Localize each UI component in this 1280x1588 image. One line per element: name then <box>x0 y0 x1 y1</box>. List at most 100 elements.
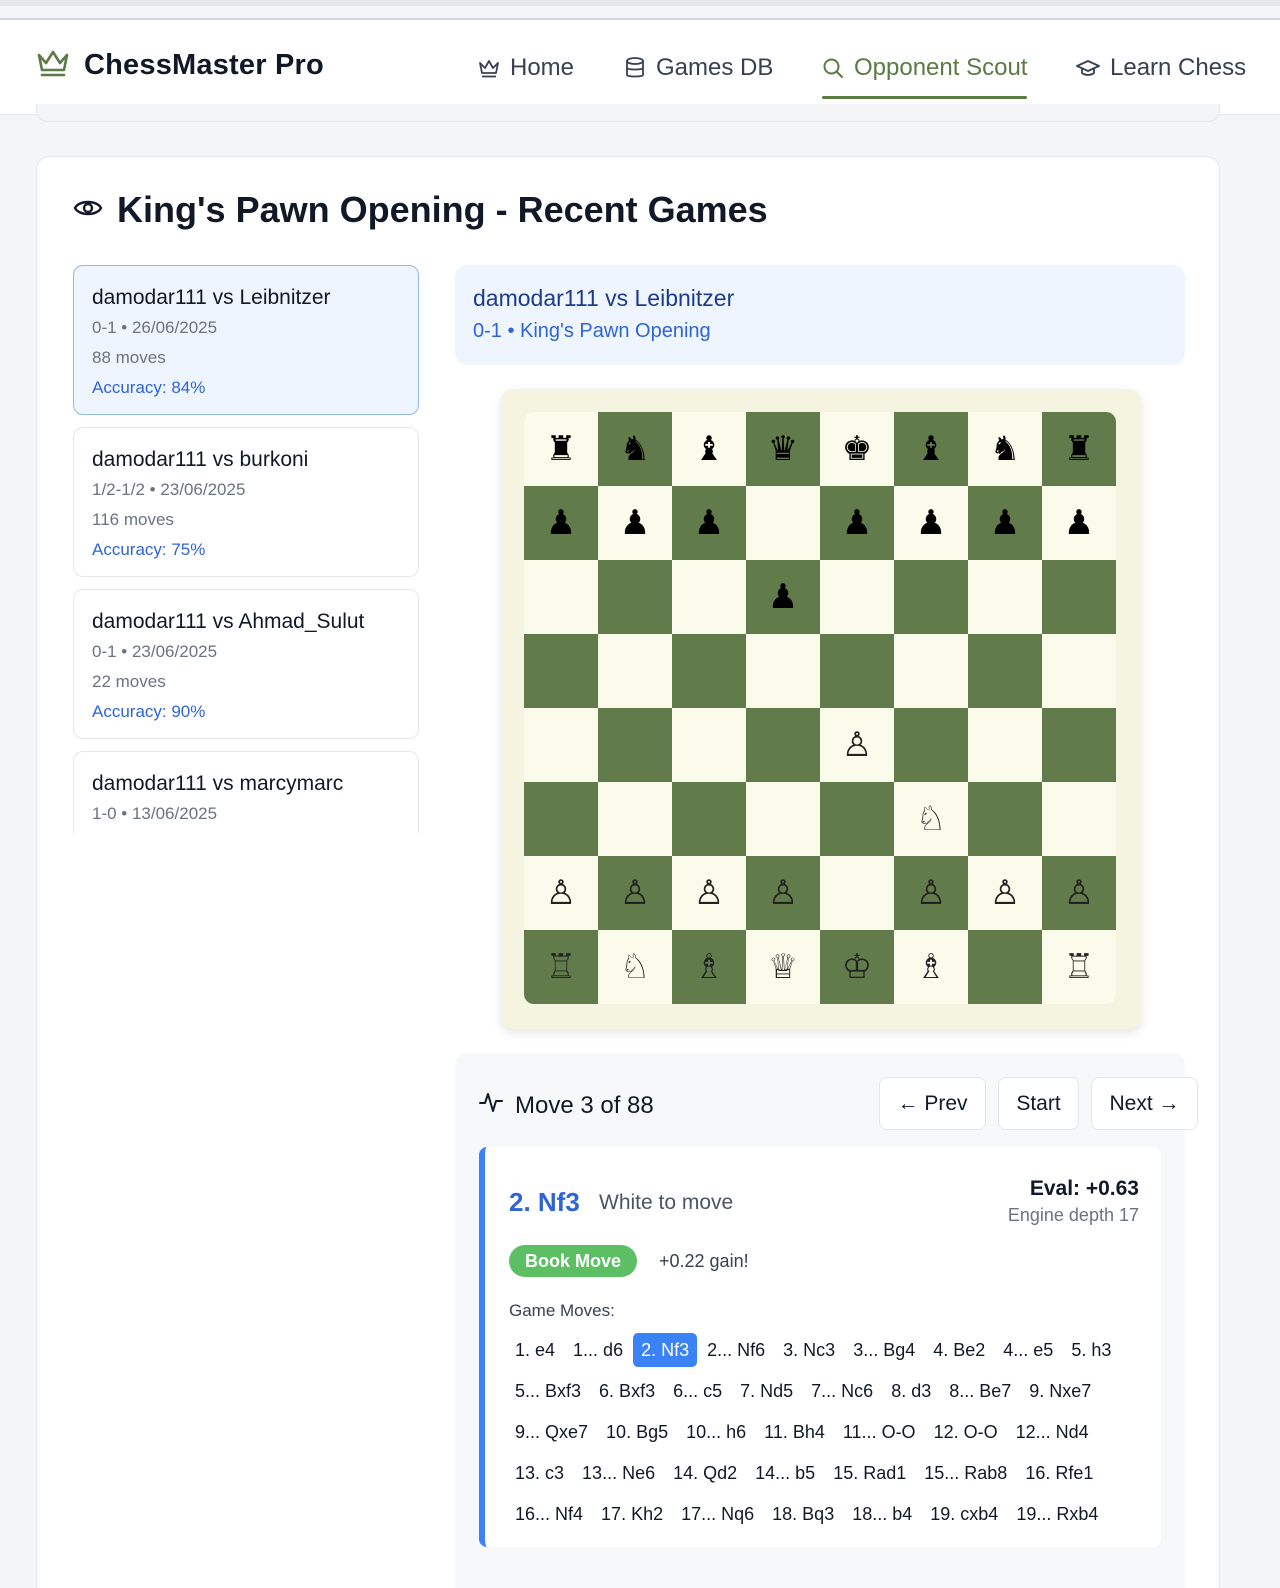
move-item[interactable]: 11. Bh4 <box>756 1415 833 1449</box>
move-item[interactable]: 12... Nd4 <box>1008 1415 1097 1449</box>
board-square[interactable]: ♟ <box>524 486 598 560</box>
move-item[interactable]: 3. Nc3 <box>775 1333 843 1367</box>
board-square[interactable] <box>746 486 820 560</box>
chess-piece[interactable]: ♙ <box>1064 876 1094 910</box>
move-item[interactable]: 16. Rfe1 <box>1017 1456 1101 1490</box>
board-square[interactable]: ♖ <box>1042 930 1116 1004</box>
move-item[interactable]: 18. Bq3 <box>764 1497 842 1531</box>
move-item[interactable]: 10. Bg5 <box>598 1415 676 1449</box>
board-square[interactable] <box>598 782 672 856</box>
board-square[interactable]: ♖ <box>524 930 598 1004</box>
board-square[interactable]: ♙ <box>746 856 820 930</box>
chess-piece[interactable]: ♖ <box>1064 950 1094 984</box>
move-item[interactable]: 7. Nd5 <box>732 1374 801 1408</box>
move-item[interactable]: 12. O-O <box>926 1415 1006 1449</box>
move-item[interactable]: 6... c5 <box>665 1374 730 1408</box>
move-item[interactable]: 13. c3 <box>507 1456 572 1490</box>
chess-piece[interactable]: ♗ <box>916 950 946 984</box>
move-item[interactable]: 19... Rxb4 <box>1008 1497 1106 1531</box>
game-list[interactable]: damodar111 vs Leibnitzer 0-1 • 26/06/202… <box>73 265 419 833</box>
board-square[interactable]: ♗ <box>672 930 746 1004</box>
chess-piece[interactable]: ♙ <box>768 876 798 910</box>
chess-piece[interactable]: ♖ <box>546 950 576 984</box>
chess-piece[interactable]: ♟ <box>546 506 576 540</box>
board-square[interactable]: ♚ <box>820 412 894 486</box>
board-square[interactable] <box>1042 560 1116 634</box>
board-square[interactable]: ♘ <box>598 930 672 1004</box>
board-square[interactable] <box>968 930 1042 1004</box>
board-square[interactable] <box>968 782 1042 856</box>
chess-piece[interactable]: ♙ <box>916 876 946 910</box>
board-square[interactable]: ♔ <box>820 930 894 1004</box>
chess-piece[interactable]: ♔ <box>842 950 872 984</box>
board-square[interactable]: ♛ <box>746 412 820 486</box>
chess-piece[interactable]: ♙ <box>546 876 576 910</box>
move-item[interactable]: 4... e5 <box>995 1333 1061 1367</box>
move-item[interactable]: 8. d3 <box>883 1374 939 1408</box>
move-item[interactable]: 8... Be7 <box>941 1374 1019 1408</box>
chess-piece[interactable]: ♞ <box>620 432 650 466</box>
board-square[interactable] <box>746 782 820 856</box>
move-item[interactable]: 14... b5 <box>747 1456 823 1490</box>
board-square[interactable]: ♜ <box>1042 412 1116 486</box>
board-square[interactable]: ♘ <box>894 782 968 856</box>
move-item[interactable]: 6. Bxf3 <box>591 1374 663 1408</box>
chess-piece[interactable]: ♟ <box>768 580 798 614</box>
move-item[interactable]: 17. Kh2 <box>593 1497 671 1531</box>
board-square[interactable] <box>672 634 746 708</box>
board-square[interactable] <box>1042 634 1116 708</box>
board-square[interactable] <box>1042 708 1116 782</box>
board-square[interactable]: ♞ <box>968 412 1042 486</box>
board-square[interactable]: ♟ <box>672 486 746 560</box>
chess-piece[interactable]: ♚ <box>842 432 872 466</box>
game-card[interactable]: damodar111 vs Ahmad_Sulut 0-1 • 23/06/20… <box>73 589 419 739</box>
board-square[interactable] <box>746 708 820 782</box>
board-square[interactable] <box>524 634 598 708</box>
board-square[interactable] <box>672 560 746 634</box>
board-square[interactable]: ♙ <box>524 856 598 930</box>
move-item[interactable]: 17... Nq6 <box>673 1497 762 1531</box>
board-square[interactable] <box>746 634 820 708</box>
board-square[interactable] <box>894 560 968 634</box>
move-item[interactable]: 5. h3 <box>1063 1333 1119 1367</box>
move-item[interactable]: 7... Nc6 <box>803 1374 881 1408</box>
chess-piece[interactable]: ♟ <box>1064 506 1094 540</box>
move-item[interactable]: 1. e4 <box>507 1333 563 1367</box>
board-square[interactable]: ♙ <box>1042 856 1116 930</box>
board-square[interactable] <box>672 708 746 782</box>
move-item[interactable]: 15. Rad1 <box>825 1456 914 1490</box>
board-square[interactable] <box>598 560 672 634</box>
board-square[interactable] <box>968 560 1042 634</box>
board-square[interactable] <box>820 560 894 634</box>
board-square[interactable] <box>598 708 672 782</box>
chess-piece[interactable]: ♟ <box>916 506 946 540</box>
chess-piece[interactable]: ♙ <box>990 876 1020 910</box>
chess-piece[interactable]: ♟ <box>620 506 650 540</box>
start-button[interactable]: Start <box>998 1077 1079 1130</box>
board-square[interactable]: ♝ <box>672 412 746 486</box>
move-item[interactable]: 19. cxb4 <box>922 1497 1006 1531</box>
chess-piece[interactable]: ♘ <box>620 950 650 984</box>
nav-home[interactable]: Home <box>478 20 574 115</box>
move-item[interactable]: 13... Ne6 <box>574 1456 663 1490</box>
board-square[interactable] <box>968 708 1042 782</box>
board-square[interactable]: ♙ <box>894 856 968 930</box>
move-item[interactable]: 16... Nf4 <box>507 1497 591 1531</box>
move-item[interactable]: 18... b4 <box>844 1497 920 1531</box>
board-square[interactable]: ♙ <box>672 856 746 930</box>
chess-piece[interactable]: ♛ <box>768 432 798 466</box>
chess-piece[interactable]: ♟ <box>990 506 1020 540</box>
board-square[interactable]: ♙ <box>598 856 672 930</box>
chess-piece[interactable]: ♙ <box>842 728 872 762</box>
game-card[interactable]: damodar111 vs Leibnitzer 0-1 • 26/06/202… <box>73 265 419 415</box>
move-item[interactable]: 1... d6 <box>565 1333 631 1367</box>
move-item[interactable]: 3... Bg4 <box>845 1333 923 1367</box>
board-square[interactable]: ♙ <box>968 856 1042 930</box>
brand[interactable]: ChessMaster Pro <box>36 48 324 83</box>
chess-piece[interactable]: ♝ <box>916 432 946 466</box>
game-card[interactable]: damodar111 vs burkoni 1/2-1/2 • 23/06/20… <box>73 427 419 577</box>
move-item[interactable]: 2. Nf3 <box>633 1333 698 1367</box>
board-square[interactable]: ♟ <box>894 486 968 560</box>
move-item[interactable]: 2... Nf6 <box>699 1333 773 1367</box>
board-square[interactable] <box>820 782 894 856</box>
